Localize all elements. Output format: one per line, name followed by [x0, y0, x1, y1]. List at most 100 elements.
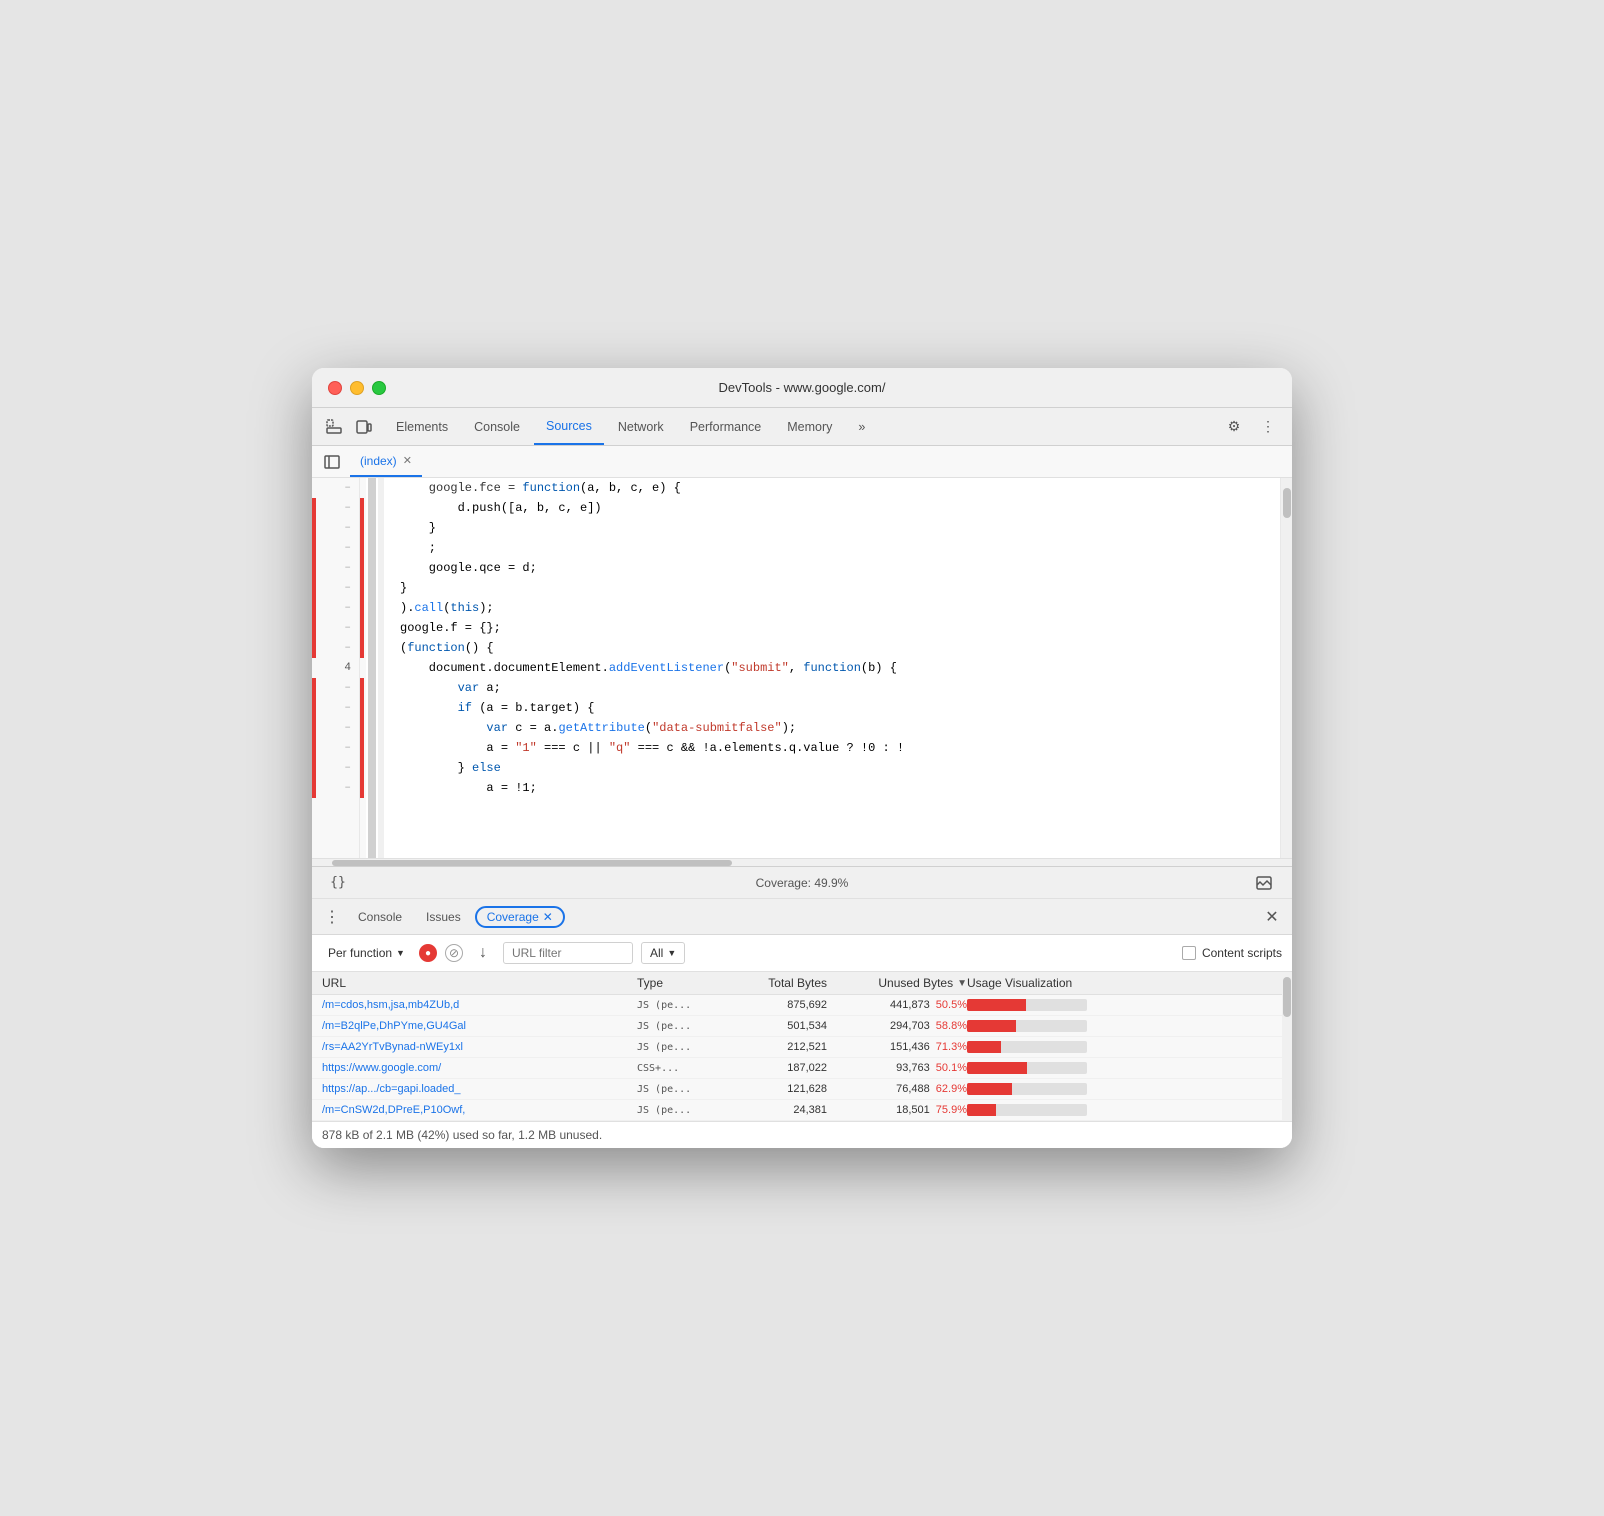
h-scrollbar-thumb[interactable] [332, 860, 732, 866]
table-row[interactable]: /m=cdos,hsm,jsa,mb4ZUb,d JS (pe... 875,6… [312, 995, 1292, 1016]
coverage-bar [368, 478, 376, 858]
code-line: d.push([a, b, c, e]) [400, 498, 1292, 518]
table-row[interactable]: https://ap.../cb=gapi.loaded_ JS (pe... … [312, 1079, 1292, 1100]
line-num: – [312, 598, 359, 618]
table-row[interactable]: https://www.google.com/ CSS+... 187,022 … [312, 1058, 1292, 1079]
content-scripts-toggle[interactable]: Content scripts [1182, 946, 1282, 960]
tab-more[interactable]: » [846, 408, 877, 445]
devtools-right-icons: ⚙ ⋮ [1220, 413, 1284, 441]
tab-network[interactable]: Network [606, 408, 676, 445]
tab-elements[interactable]: Elements [384, 408, 460, 445]
code-line: google.fce = function(a, b, c, e) { [400, 478, 1292, 498]
code-line: } else [400, 758, 1292, 778]
line-num: – [312, 538, 359, 558]
tab-performance[interactable]: Performance [678, 408, 774, 445]
minimize-button[interactable] [350, 381, 364, 395]
table-scrollbar[interactable] [1282, 972, 1292, 1121]
cell-type: JS (pe... [637, 1105, 727, 1116]
usage-bar [967, 1041, 1087, 1053]
vertical-scrollbar[interactable] [1280, 478, 1292, 858]
cell-total: 501,534 [727, 1020, 827, 1032]
table-scroll-thumb[interactable] [1283, 977, 1291, 1017]
line-num: – [312, 778, 359, 798]
table-row[interactable]: /rs=AA2YrTvBynad-nWEy1xl JS (pe... 212,5… [312, 1037, 1292, 1058]
source-panel-tabs: (index) ✕ [312, 446, 1292, 478]
code-line: document.documentElement.addEventListene… [400, 658, 1292, 678]
usage-bar [967, 1062, 1087, 1074]
cell-url: https://www.google.com/ [322, 1062, 637, 1074]
chevron-down-icon: ▼ [396, 948, 405, 958]
sidebar-toggle-icon[interactable] [320, 450, 344, 474]
usage-bar [967, 1083, 1087, 1095]
device-icon[interactable] [350, 413, 378, 441]
code-line: } [400, 578, 1292, 598]
source-file-tab[interactable]: (index) ✕ [350, 446, 422, 477]
inspect-icon[interactable] [320, 413, 348, 441]
table-row[interactable]: /m=B2qlPe,DhPYme,GU4Gal JS (pe... 501,53… [312, 1016, 1292, 1037]
content-scripts-checkbox[interactable] [1182, 946, 1196, 960]
bottom-toolbar: {} Coverage: 49.9% [312, 867, 1292, 899]
all-filter-dropdown[interactable]: All ▼ [641, 942, 685, 964]
col-header-total[interactable]: Total Bytes [727, 976, 827, 990]
coverage-tab-close-icon[interactable]: ✕ [543, 910, 553, 924]
col-header-url[interactable]: URL [322, 976, 637, 990]
bottom-tab-menu-icon[interactable]: ⋮ [320, 905, 344, 929]
bottom-panel: {} Coverage: 49.9% ⋮ Console Issues Cove… [312, 866, 1292, 1148]
source-code[interactable]: google.fce = function(a, b, c, e) { d.pu… [384, 478, 1292, 858]
tab-issues-bottom[interactable]: Issues [416, 906, 471, 928]
status-text: 878 kB of 2.1 MB (42%) used so far, 1.2 … [322, 1128, 602, 1142]
more-options-icon[interactable]: ⋮ [1254, 413, 1282, 441]
devtools-window: DevTools - www.google.com/ Elements Cons… [312, 368, 1292, 1148]
screenshot-icon[interactable] [1250, 869, 1278, 897]
tab-sources[interactable]: Sources [534, 408, 604, 445]
braces-icon[interactable]: {} [324, 869, 352, 897]
source-tab-close-icon[interactable]: ✕ [403, 454, 412, 467]
code-line: if (a = b.target) { [400, 698, 1292, 718]
cell-total: 24,381 [727, 1104, 827, 1116]
used-portion [967, 1020, 1016, 1032]
devtools-nav-bar: Elements Console Sources Network Perform… [312, 408, 1292, 446]
content-scripts-label: Content scripts [1202, 946, 1282, 960]
cell-total: 187,022 [727, 1062, 827, 1074]
clear-icon[interactable]: ⊘ [445, 944, 463, 962]
maximize-button[interactable] [372, 381, 386, 395]
code-line: var c = a.getAttribute("data-submitfalse… [400, 718, 1292, 738]
tab-console-bottom[interactable]: Console [348, 906, 412, 928]
usage-bar [967, 1104, 1087, 1116]
used-portion [967, 1083, 1012, 1095]
close-button[interactable] [328, 381, 342, 395]
code-line: (function() { [400, 638, 1292, 658]
tab-console[interactable]: Console [462, 408, 532, 445]
usage-bar [967, 999, 1087, 1011]
used-portion [967, 1062, 1027, 1074]
cell-vis [967, 1104, 1282, 1116]
line-num: – [312, 758, 359, 778]
bottom-panel-close-icon[interactable]: ✕ [1260, 905, 1284, 929]
per-function-dropdown[interactable]: Per function ▼ [322, 944, 411, 962]
col-header-vis[interactable]: Usage Visualization [967, 976, 1282, 990]
cell-type: JS (pe... [637, 1042, 727, 1053]
line-num: – [312, 718, 359, 738]
code-line: a = "1" === c || "q" === c && !a.element… [400, 738, 1292, 758]
horizontal-scrollbar[interactable] [312, 858, 1292, 866]
download-icon[interactable]: ↓ [471, 941, 495, 965]
settings-icon[interactable]: ⚙ [1220, 413, 1248, 441]
line-num: – [312, 578, 359, 598]
code-line: google.qce = d; [400, 558, 1292, 578]
tab-memory[interactable]: Memory [775, 408, 844, 445]
code-line: google.f = {}; [400, 618, 1292, 638]
cell-type: CSS+... [637, 1063, 727, 1074]
cell-type: JS (pe... [637, 1084, 727, 1095]
status-bar: 878 kB of 2.1 MB (42%) used so far, 1.2 … [312, 1121, 1292, 1148]
tab-coverage-bottom[interactable]: Coverage ✕ [475, 906, 565, 928]
url-filter-input[interactable] [503, 942, 633, 964]
line-num: – [312, 618, 359, 638]
table-row[interactable]: /m=CnSW2d,DPreE,P10Owf, JS (pe... 24,381… [312, 1100, 1292, 1121]
used-portion [967, 999, 1026, 1011]
record-icon[interactable]: ● [419, 944, 437, 962]
scrollbar-thumb[interactable] [1283, 488, 1291, 518]
line-num: – [312, 698, 359, 718]
col-header-type[interactable]: Type [637, 976, 727, 990]
col-header-unused[interactable]: Unused Bytes ▼ [827, 976, 967, 990]
coverage-indicators [360, 478, 366, 858]
